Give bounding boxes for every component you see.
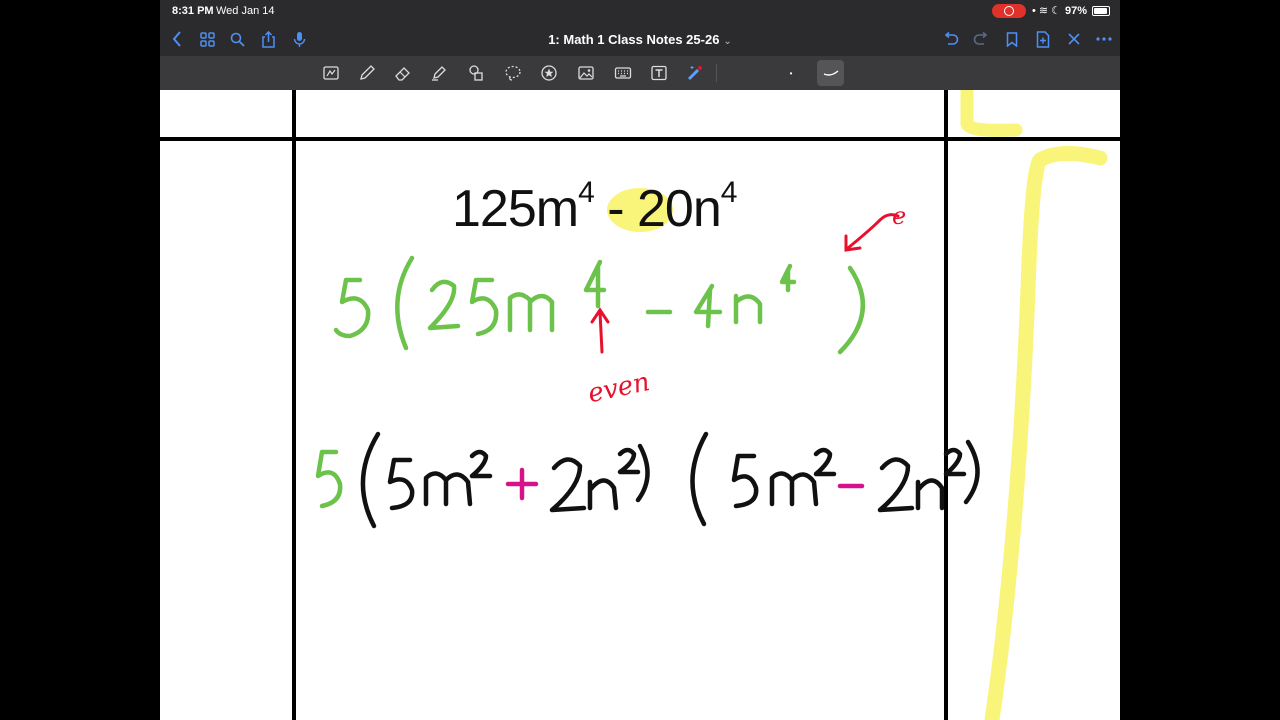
battery-percent: 97%	[1065, 5, 1088, 17]
green-five-2	[469, 277, 499, 337]
green-factored-expression	[333, 255, 866, 355]
lasso-icon[interactable]	[502, 62, 524, 84]
black-n-2	[915, 478, 945, 511]
annotation-e: e	[892, 202, 906, 230]
magenta-plus	[505, 467, 539, 501]
text-box-icon[interactable]	[648, 62, 670, 84]
read-only-icon[interactable]	[320, 62, 342, 84]
black-m	[423, 471, 473, 507]
black-open-paren-1	[360, 431, 381, 529]
black-m-2	[769, 471, 819, 507]
status-date: Wed Jan 14	[216, 5, 275, 17]
green-two	[427, 279, 461, 331]
green-five-3	[315, 449, 343, 509]
wifi-icon: • ≋ ☾	[1032, 5, 1062, 17]
black-exp-two	[469, 449, 493, 479]
redo-icon[interactable]	[970, 28, 992, 50]
red-arrow-to-exponent	[844, 218, 882, 252]
undo-icon[interactable]	[940, 28, 962, 50]
black-close-paren-2	[963, 439, 980, 505]
shapes-icon[interactable]	[465, 62, 487, 84]
green-exp-four-2	[779, 263, 797, 293]
black-five-2	[731, 453, 759, 509]
green-five	[333, 277, 371, 339]
difference-of-squares-factorization	[315, 431, 980, 529]
black-five	[387, 457, 415, 511]
eraser-icon[interactable]	[392, 62, 414, 84]
drawing-toolbar: •	[160, 56, 1120, 90]
black-exp-two-4	[943, 447, 967, 477]
green-m	[507, 292, 555, 333]
chevron-down-icon: ⌄	[723, 36, 732, 47]
black-n	[587, 478, 619, 511]
status-time: 8:31 PM	[172, 5, 214, 17]
add-page-icon[interactable]	[1032, 28, 1054, 50]
black-exp-two-2	[617, 447, 641, 475]
black-two-2	[877, 457, 915, 513]
navigation-bar: 1: Math 1 Class Notes 25-26 ⌄	[160, 22, 1120, 56]
green-four	[693, 283, 723, 329]
red-annotations	[590, 213, 900, 354]
stroke-size-dot[interactable]: •	[780, 62, 802, 84]
black-exp-two-3	[813, 447, 837, 477]
image-icon[interactable]	[575, 62, 597, 84]
elements-icon[interactable]	[538, 62, 560, 84]
black-open-paren-2	[690, 431, 709, 527]
annotation-even: even	[585, 367, 652, 409]
highlighter-icon[interactable]	[428, 62, 450, 84]
handwriting-layer: even e	[315, 202, 980, 529]
green-n	[733, 293, 763, 325]
black-two	[549, 457, 587, 513]
pen-icon[interactable]	[356, 62, 378, 84]
bookmark-icon[interactable]	[1001, 28, 1023, 50]
stroke-style-icon[interactable]	[817, 60, 844, 86]
battery-icon	[1092, 6, 1110, 16]
close-icon[interactable]	[1063, 28, 1085, 50]
green-exp-four	[583, 259, 607, 309]
ipad-screen: 8:31 PM Wed Jan 14 • ≋ ☾ 97% 1: Math 1 C…	[160, 0, 1120, 720]
laser-pointer-icon[interactable]	[684, 62, 706, 84]
note-page-canvas[interactable]: 125m4 - 20n4 even e	[160, 90, 1120, 720]
keyboard-icon[interactable]	[612, 62, 634, 84]
document-title-text: 1: Math 1 Class Notes 25-26	[548, 32, 720, 47]
more-icon[interactable]	[1093, 28, 1115, 50]
green-close-paren	[837, 265, 866, 355]
red-up-arrow	[590, 307, 610, 354]
green-open-paren	[395, 255, 415, 351]
status-bar: 8:31 PM Wed Jan 14 • ≋ ☾ 97%	[160, 0, 1120, 22]
screen-recording-icon[interactable]	[992, 4, 1026, 18]
toolbar-divider	[716, 64, 717, 82]
